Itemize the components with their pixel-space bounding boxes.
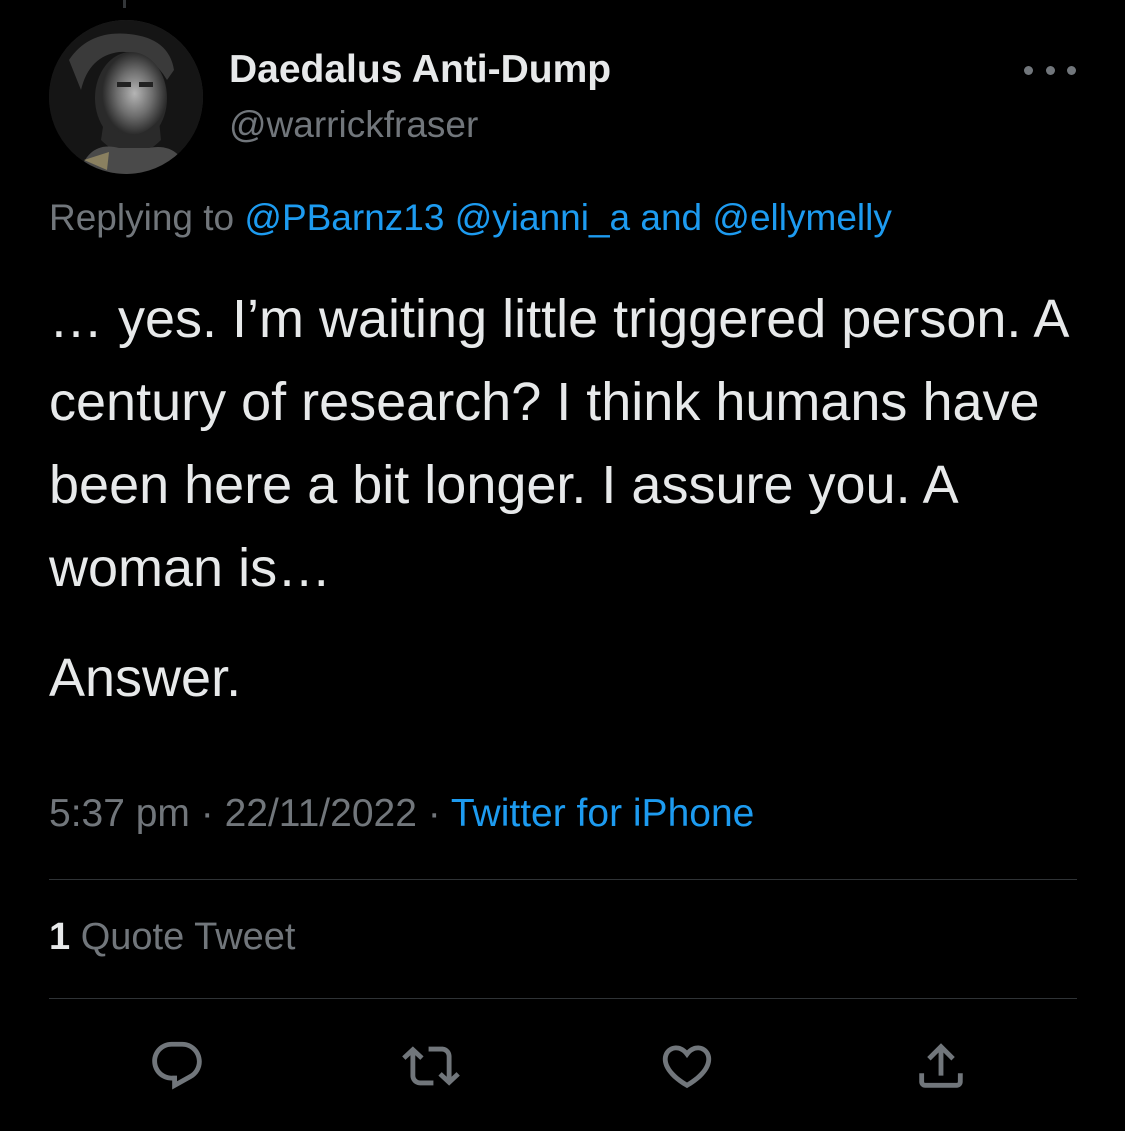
author-display-name[interactable]: Daedalus Anti-Dump [229,48,611,92]
tweet-source-link[interactable]: Twitter for iPhone [451,792,754,835]
mention-link-ellymelly[interactable]: @ellymelly [712,197,891,238]
quote-count-label: Quote Tweet [70,916,296,958]
retweet-button[interactable] [401,1036,461,1096]
tweet-text: … yes. I’m waiting little triggered pers… [49,278,1079,720]
reply-context-and: and [630,197,713,238]
tweet-metadata: 5:37 pm · 22/11/2022 · Twitter for iPhon… [49,792,754,836]
more-horizontal-icon-dot [1045,65,1055,75]
reply-context-prefix: Replying to [49,197,245,238]
heart-icon [662,1045,712,1089]
meta-separator: · [416,792,451,835]
author-handle[interactable]: @warrickfraser [229,104,478,146]
avatar-portrait-icon [49,20,203,174]
divider [49,998,1077,999]
reply-context: Replying to @PBarnz13 @yianni_a and @ell… [49,197,892,239]
more-horizontal-icon [1024,65,1033,75]
like-button[interactable] [657,1036,717,1096]
more-horizontal-icon-dot [1067,65,1076,75]
mention-link-pbarnz13[interactable]: @PBarnz13 [244,197,444,238]
quote-tweets-link[interactable]: 1 Quote Tweet [49,916,295,959]
tweet-paragraph: … yes. I’m waiting little triggered pers… [49,289,1067,598]
share-button[interactable] [911,1036,971,1096]
meta-separator: · [189,792,225,835]
divider [49,879,1077,880]
tweet-detail: Daedalus Anti-Dump @warrickfraser Replyi… [0,0,1125,1131]
tweet-date[interactable]: 22/11/2022 [225,792,417,835]
tweet-paragraph: Answer. [49,648,242,708]
reply-bubble-icon [152,1041,202,1090]
thread-connector-line [123,0,126,8]
tweet-time[interactable]: 5:37 pm [49,792,190,835]
more-options-button[interactable] [1024,55,1076,85]
mention-link-yianni-a[interactable]: @yianni_a [455,197,630,238]
reply-button[interactable] [147,1036,207,1096]
retweet-icon [402,1046,460,1086]
share-upload-icon [919,1043,963,1088]
quote-count-number: 1 [49,916,71,958]
avatar[interactable] [49,20,203,174]
